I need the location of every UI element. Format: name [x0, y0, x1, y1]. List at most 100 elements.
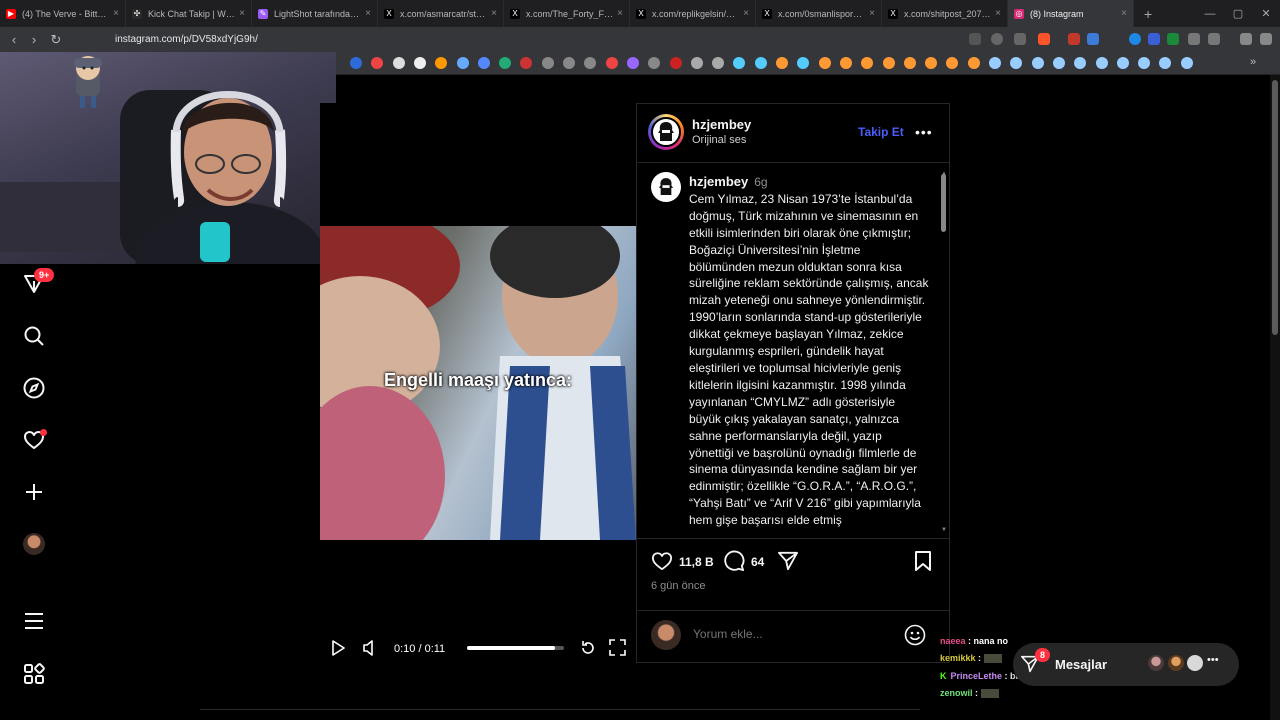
browser-tab[interactable]: Xx.com/asmarcatr/status/20 × [378, 0, 504, 27]
replay-icon[interactable] [580, 640, 596, 661]
bookmark-icon[interactable] [967, 57, 980, 69]
close-tab-icon[interactable]: × [995, 8, 1001, 19]
bookmark-icon[interactable] [563, 57, 575, 69]
extension-icon[interactable] [1087, 33, 1099, 45]
close-tab-icon[interactable]: × [113, 8, 119, 19]
also-from-meta-icon[interactable] [20, 660, 48, 688]
share-post-icon[interactable] [777, 551, 799, 576]
reload-icon[interactable]: ↻ [46, 32, 66, 48]
browser-tab[interactable]: ◎ (8) Instagram × [1008, 0, 1134, 27]
video-progress-fill[interactable] [467, 646, 556, 650]
bookmark-icon[interactable] [1180, 57, 1193, 69]
browser-tab[interactable]: Xx.com/0smanlisporFK/stat × [756, 0, 882, 27]
bookmark-icon[interactable] [477, 57, 490, 69]
bookmark-icon[interactable] [989, 57, 1001, 69]
bookmark-icon[interactable] [839, 57, 852, 69]
caption-username[interactable]: hzjembey [689, 174, 748, 189]
conversation-avatar[interactable] [1185, 653, 1205, 673]
bookmark-icon[interactable] [1138, 57, 1151, 69]
mute-icon[interactable] [362, 640, 376, 661]
bookmark-icon[interactable] [626, 57, 639, 69]
playlist-icon[interactable] [1240, 33, 1252, 45]
bookmark-icon[interactable] [541, 57, 554, 69]
browser-tab[interactable]: ▶ (4) The Verve - Bitter Swe × [0, 0, 126, 27]
bookmark-icon[interactable] [754, 57, 767, 69]
fullscreen-icon[interactable] [609, 639, 626, 661]
extension-icon[interactable] [1068, 33, 1080, 45]
browser-tab[interactable]: ✎ LightShot tarafından Ekran × [252, 0, 378, 27]
bookmark-icon[interactable] [499, 57, 512, 69]
forward-icon[interactable]: › [24, 32, 44, 47]
extension-icon[interactable] [1167, 33, 1179, 45]
browser-tab[interactable]: Xx.com/The_Forty_Four/stat × [504, 0, 630, 27]
bookmark-icon[interactable] [350, 57, 362, 69]
save-icon[interactable] [914, 551, 932, 577]
extension-icon[interactable] [1129, 33, 1141, 45]
bookmark-icon[interactable] [903, 57, 916, 69]
bookmark-icon[interactable] [776, 57, 788, 69]
new-tab-button[interactable]: + [1144, 6, 1152, 22]
sidebar-toggle-icon[interactable] [1208, 33, 1220, 45]
extension-icon[interactable] [1148, 33, 1160, 45]
bookmark-icon[interactable] [413, 57, 426, 69]
options-icon[interactable]: ••• [915, 124, 933, 140]
caption-avatar[interactable] [651, 172, 681, 202]
bookmark-icon[interactable] [669, 57, 682, 69]
bookmark-icon[interactable] [392, 57, 405, 69]
menu-icon[interactable] [1260, 33, 1272, 45]
maximize-icon[interactable]: ▢ [1224, 7, 1252, 20]
browser-tab[interactable]: ✣ Kick Chat Takip | Wich × [126, 0, 252, 27]
conversation-avatar[interactable] [1166, 653, 1186, 673]
scroll-down-icon[interactable]: ▼ [941, 527, 947, 533]
close-tab-icon[interactable]: × [617, 8, 623, 19]
close-tab-icon[interactable]: × [1121, 8, 1127, 19]
bookmark-icon[interactable] [818, 57, 831, 69]
minimize-icon[interactable]: — [1196, 8, 1224, 20]
bookmark-icon[interactable] [1095, 57, 1108, 69]
conversation-avatar[interactable] [1146, 653, 1166, 673]
close-tab-icon[interactable]: × [365, 8, 371, 19]
like-count[interactable]: 11,8 B [679, 555, 714, 569]
back-icon[interactable]: ‹ [4, 32, 24, 47]
create-icon[interactable] [20, 478, 48, 506]
author-avatar[interactable] [651, 117, 681, 147]
profile-icon[interactable] [20, 530, 48, 558]
follow-button[interactable]: Takip Et [858, 125, 904, 139]
extensions-icon[interactable] [1188, 33, 1200, 45]
screenshot-icon[interactable] [969, 33, 981, 45]
comment-count[interactable]: 64 [751, 555, 764, 569]
browser-tab[interactable]: Xx.com/shitpost_2077/statu × [882, 0, 1008, 27]
bookmark-icon[interactable] [882, 57, 895, 69]
zoom-icon[interactable] [991, 33, 1003, 45]
bookmark-icon[interactable] [1052, 57, 1065, 69]
emoji-icon[interactable] [904, 624, 926, 651]
bookmark-icon[interactable] [690, 57, 703, 69]
like-icon[interactable] [651, 551, 673, 576]
more-conversations-icon[interactable]: ••• [1207, 654, 1219, 666]
bookmark-icon[interactable] [1031, 57, 1044, 69]
close-tab-icon[interactable]: × [869, 8, 875, 19]
audio-label[interactable]: Orijinal ses [692, 134, 746, 146]
comment-input[interactable] [693, 627, 883, 641]
author-username[interactable]: hzjembey [692, 117, 751, 132]
share-icon[interactable] [1014, 33, 1026, 45]
bookmark-icon[interactable] [605, 57, 618, 69]
comment-icon[interactable] [723, 550, 745, 577]
browser-tab[interactable]: Xx.com/replikgelsin/status/ × [630, 0, 756, 27]
close-tab-icon[interactable]: × [491, 8, 497, 19]
bookmark-icon[interactable] [712, 57, 725, 69]
page-scrollbar-thumb[interactable] [1272, 80, 1278, 335]
explore-icon[interactable] [20, 374, 48, 402]
bookmark-icon[interactable] [1116, 57, 1129, 69]
close-tab-icon[interactable]: × [743, 8, 749, 19]
bookmark-icon[interactable] [456, 57, 469, 69]
brave-shield-icon[interactable] [1038, 33, 1050, 45]
close-tab-icon[interactable]: × [239, 8, 245, 19]
play-icon[interactable] [331, 640, 345, 661]
url-field[interactable]: instagram.com/p/DV58xdYjG9h/ [115, 34, 258, 45]
more-bookmarks-icon[interactable]: » [1250, 56, 1256, 68]
bookmark-icon[interactable] [925, 57, 938, 69]
messages-label[interactable]: Mesajlar [1055, 657, 1107, 672]
more-icon[interactable] [20, 607, 48, 635]
caption-scrollbar-thumb[interactable] [941, 174, 946, 232]
